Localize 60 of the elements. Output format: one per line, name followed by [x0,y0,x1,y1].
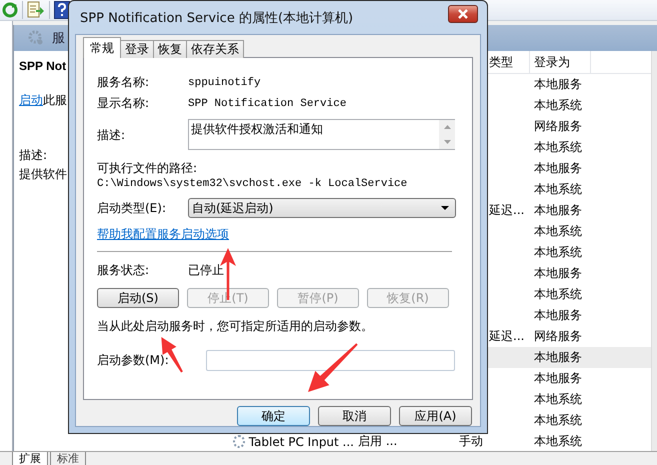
table-cell: 网络服务 [534,329,582,343]
field-label: 启动参数(M): [97,352,170,369]
hint-text: 当从此处启动服务时，您可指定所适用的启动参数。 [97,318,374,335]
table-cell: 本地服务 [534,203,582,217]
refresh-icon[interactable] [2,2,18,18]
startup-type-dropdown[interactable]: 自动(延迟启动) [188,198,456,218]
start-link[interactable]: 启动 [19,92,43,109]
field-label: 显示名称: [97,95,150,112]
tab[interactable]: 登录 [120,40,154,58]
table-cell: 本地系统 [534,392,582,406]
dialog-button[interactable]: 确定 [237,406,310,426]
tab[interactable]: 常规 [83,37,121,58]
path-value: C:\Windows\system32\svchost.exe -k LocalService [97,178,408,190]
description-label: 描述: [19,147,48,164]
close-icon [457,8,469,18]
field-label: 可执行文件的路径: [97,160,198,177]
export-list-icon[interactable] [27,1,45,19]
view-tab[interactable]: 扩展 [12,452,48,465]
scroll-down-icon[interactable] [444,140,450,144]
field-label: 描述: [97,127,126,144]
service-name: SPP Not [19,59,66,73]
logon-column-header[interactable]: 登录为 [530,51,591,73]
dialog-title: SPP Notification Service 的属性(本地计算机) [80,10,354,26]
field-label: 服务名称: [97,74,150,91]
table-cell: 本地系统 [534,245,582,259]
help-link[interactable]: 帮助我配置服务启动选项 [97,226,229,243]
tab[interactable]: 恢复 [153,40,187,58]
table-cell: 本地服务 [534,266,582,280]
description-field[interactable]: 提供软件授权激活和通知 [188,119,455,150]
field-value: SPP Notification Service [188,98,346,110]
description-text: 提供软件 [19,166,67,183]
dialog-button[interactable]: 取消 [318,406,391,426]
table-cell: 本地服务 [534,350,582,364]
action-text: 此服 [43,92,67,109]
parameters-field[interactable] [206,350,455,371]
help-icon[interactable] [54,1,70,19]
table-cell: Tablet PC Input ... [248,434,354,448]
table-cell: 本地服务 [534,161,582,175]
table-cell: 本地系统 [534,140,582,154]
view-tab[interactable]: 标准 [50,452,86,465]
caret-icon [441,206,449,210]
panel-title: 服 [52,30,65,47]
table-cell-text: 启用 ... [357,433,398,450]
table-cell: 本地系统 [534,434,582,448]
gear-icon [28,30,44,46]
field-value: sppuinotify [188,76,261,88]
scroll-up-icon[interactable] [444,125,450,130]
close-button[interactable] [448,4,478,22]
arrow-annotation [308,343,358,392]
tab[interactable]: 依存关系 [186,40,244,58]
status-value: 已停止 [188,262,224,279]
table-cell: 本地服务 [534,371,582,385]
dialog-button[interactable]: 应用(A) [399,406,472,426]
table-cell: 本地系统 [534,224,582,238]
field-label: 启动类型(E): [97,200,167,216]
table-cell-text: 延迟... [488,202,526,219]
service-control-button[interactable]: 启动(S) [97,288,179,308]
table-cell-text: 手动 [458,433,484,450]
table-cell-text: 延迟... [488,328,526,345]
field-label: 服务状态: [97,262,150,279]
